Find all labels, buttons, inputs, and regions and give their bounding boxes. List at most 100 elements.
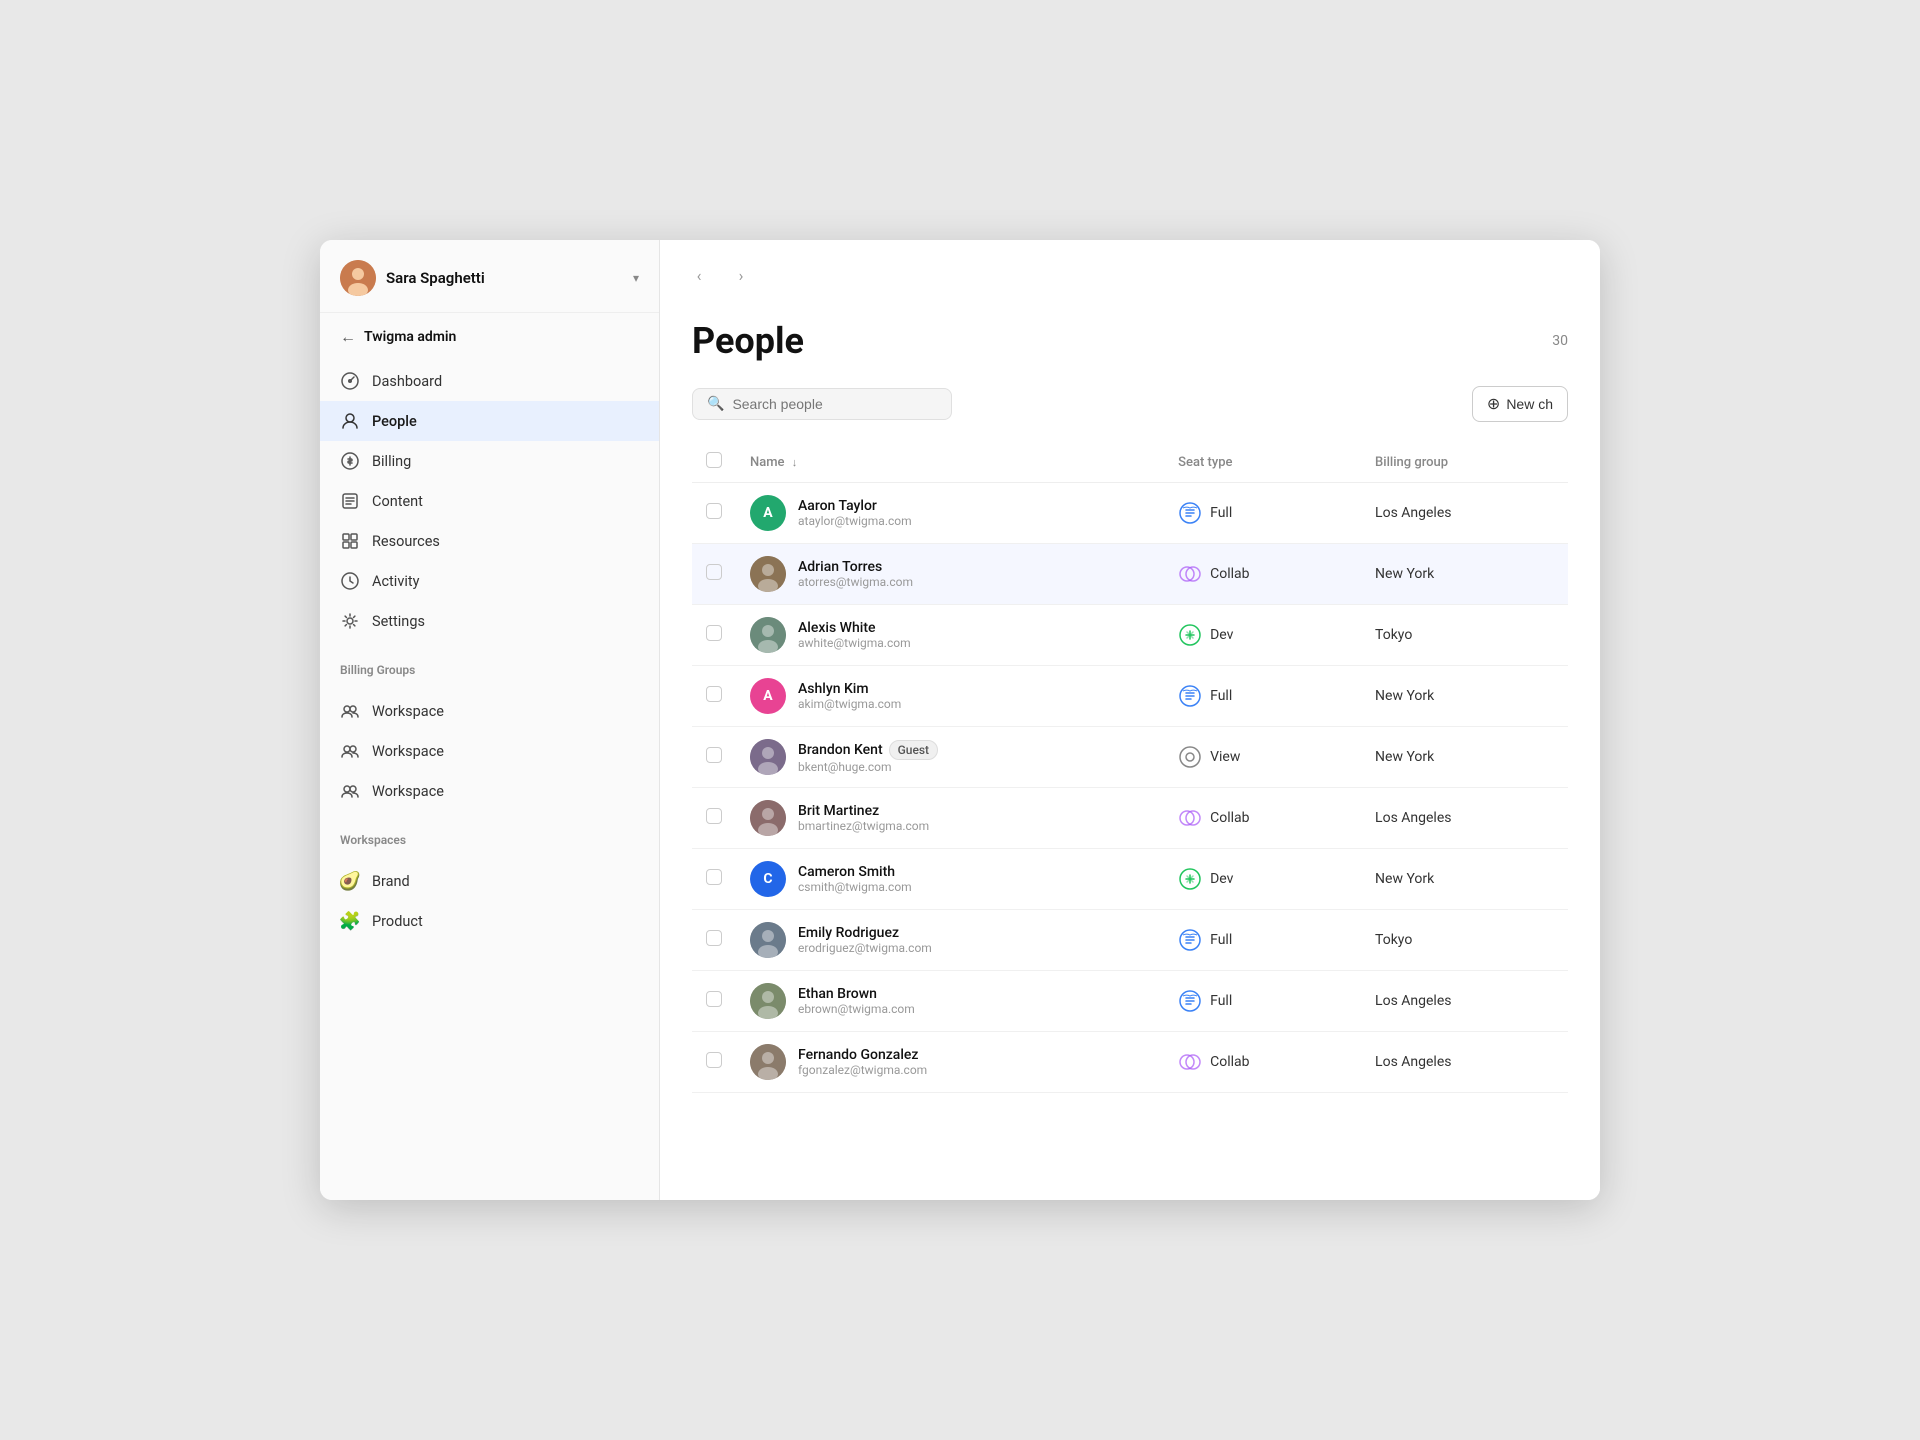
sidebar-item-people[interactable]: People [320,401,659,441]
seat-icon [1178,684,1202,708]
workspace-brand[interactable]: 🥑 Brand [320,861,659,901]
table-row[interactable]: Alexis White awhite@twigma.com Dev Tokyo [692,605,1568,666]
sidebar: Sara Spaghetti ▾ ← Twigma admin Dashboar… [320,240,660,1200]
table-row[interactable]: Brit Martinez bmartinez@twigma.com Colla… [692,788,1568,849]
back-arrow-icon: ← [340,327,356,347]
row-checkbox[interactable] [706,747,722,763]
sidebar-item-label: Settings [372,613,425,630]
table-row[interactable]: Emily Rodriguez erodriguez@twigma.com Fu… [692,910,1568,971]
new-button[interactable]: ⊕ New ch [1472,386,1568,422]
sort-arrow-icon: ↓ [792,456,798,469]
billing-cell: Tokyo [1361,605,1568,666]
row-checkbox[interactable] [706,564,722,580]
chevron-down-icon: ▾ [633,271,639,285]
person-info: Ethan Brown ebrown@twigma.com [798,986,915,1016]
seat-cell: Full [1178,501,1347,525]
billing-group-workspace-2[interactable]: Workspace [320,731,659,771]
person-name: Ethan Brown [798,986,915,1002]
seat-cell: Collab [1178,806,1347,830]
col-billing-group: Billing group [1361,442,1568,483]
person-info: Emily Rodriguez erodriguez@twigma.com [798,925,932,955]
row-checkbox[interactable] [706,869,722,885]
person-email: ebrown@twigma.com [798,1002,915,1016]
seat-label: Full [1210,932,1232,948]
workspace-product[interactable]: 🧩 Product [320,901,659,941]
seat-cell: Collab [1178,562,1347,586]
workspace-label: Product [372,913,423,930]
person-avatar [750,556,786,592]
main-content: ‹ › People 30 🔍 ⊕ New ch [660,240,1600,1200]
table-row[interactable]: Adrian Torres atorres@twigma.com Collab … [692,544,1568,605]
row-checkbox[interactable] [706,503,722,519]
person-avatar [750,1044,786,1080]
sidebar-item-label: Content [372,493,423,510]
table-row[interactable]: Ethan Brown ebrown@twigma.com Full Los A… [692,971,1568,1032]
row-checkbox[interactable] [706,808,722,824]
billing-cell: Los Angeles [1361,1032,1568,1093]
forward-nav-button[interactable]: › [726,260,756,290]
person-email: bkent@huge.com [798,760,938,774]
billing-groups-section: Workspace Workspace Workspace [320,683,659,819]
sidebar-item-settings[interactable]: Settings [320,601,659,641]
person-info: Brandon KentGuest bkent@huge.com [798,740,938,774]
table-row[interactable]: Brandon KentGuest bkent@huge.com View Ne… [692,727,1568,788]
col-seat-type: Seat type [1164,442,1361,483]
billing-group-label: Workspace [372,783,444,800]
person-cell: Brit Martinez bmartinez@twigma.com [750,800,1150,836]
sidebar-item-label: Resources [372,533,440,550]
row-checkbox[interactable] [706,625,722,641]
row-checkbox[interactable] [706,991,722,1007]
person-name: Brit Martinez [798,803,929,819]
seat-label: Collab [1210,810,1249,826]
table-row[interactable]: A Aaron Taylor ataylor@twigma.com Full L… [692,483,1568,544]
person-name: Emily Rodriguez [798,925,932,941]
sidebar-item-resources[interactable]: Resources [320,521,659,561]
sidebar-item-activity[interactable]: Activity [320,561,659,601]
sidebar-item-billing[interactable]: Billing [320,441,659,481]
sidebar-item-dashboard[interactable]: Dashboard [320,361,659,401]
person-avatar [750,617,786,653]
content-area: People 30 🔍 ⊕ New ch [660,300,1600,1200]
seat-icon [1178,623,1202,647]
person-name: Adrian Torres [798,559,913,575]
row-checkbox[interactable] [706,686,722,702]
person-icon [340,411,360,431]
row-checkbox[interactable] [706,930,722,946]
search-box[interactable]: 🔍 [692,388,952,420]
seat-icon [1178,745,1202,769]
workspaces-section: 🥑 Brand 🧩 Product [320,853,659,949]
table-row[interactable]: Fernando Gonzalez fgonzalez@twigma.com C… [692,1032,1568,1093]
billing-group-label: Workspace [372,743,444,760]
billing-group-workspace-3[interactable]: Workspace [320,771,659,811]
table-row[interactable]: C Cameron Smith csmith@twigma.com Dev Ne… [692,849,1568,910]
seat-icon [1178,867,1202,891]
page-title-row: People 30 [692,320,1568,362]
sidebar-header[interactable]: Sara Spaghetti ▾ [320,240,659,313]
person-cell: A Aaron Taylor ataylor@twigma.com [750,495,1150,531]
back-link[interactable]: ← Twigma admin [320,313,659,353]
person-name: Cameron Smith [798,864,912,880]
billing-icon [340,451,360,471]
person-email: erodriguez@twigma.com [798,941,932,955]
person-email: bmartinez@twigma.com [798,819,929,833]
seat-icon [1178,806,1202,830]
row-checkbox[interactable] [706,1052,722,1068]
billing-group-workspace-1[interactable]: Workspace [320,691,659,731]
seat-cell: Full [1178,684,1347,708]
person-cell: Alexis White awhite@twigma.com [750,617,1150,653]
person-avatar: C [750,861,786,897]
workspaces-label: Workspaces [320,819,659,853]
seat-label: Full [1210,993,1232,1009]
seat-label: Full [1210,688,1232,704]
resources-icon [340,531,360,551]
select-all-checkbox[interactable] [706,452,722,468]
person-cell: A Ashlyn Kim akim@twigma.com [750,678,1150,714]
person-cell: Emily Rodriguez erodriguez@twigma.com [750,922,1150,958]
sidebar-item-content[interactable]: Content [320,481,659,521]
new-button-label: New ch [1506,396,1553,412]
workspace-icon [340,781,360,801]
col-name[interactable]: Name ↓ [736,442,1164,483]
search-input[interactable] [732,396,937,412]
table-row[interactable]: A Ashlyn Kim akim@twigma.com Full New Yo… [692,666,1568,727]
back-nav-button[interactable]: ‹ [684,260,714,290]
